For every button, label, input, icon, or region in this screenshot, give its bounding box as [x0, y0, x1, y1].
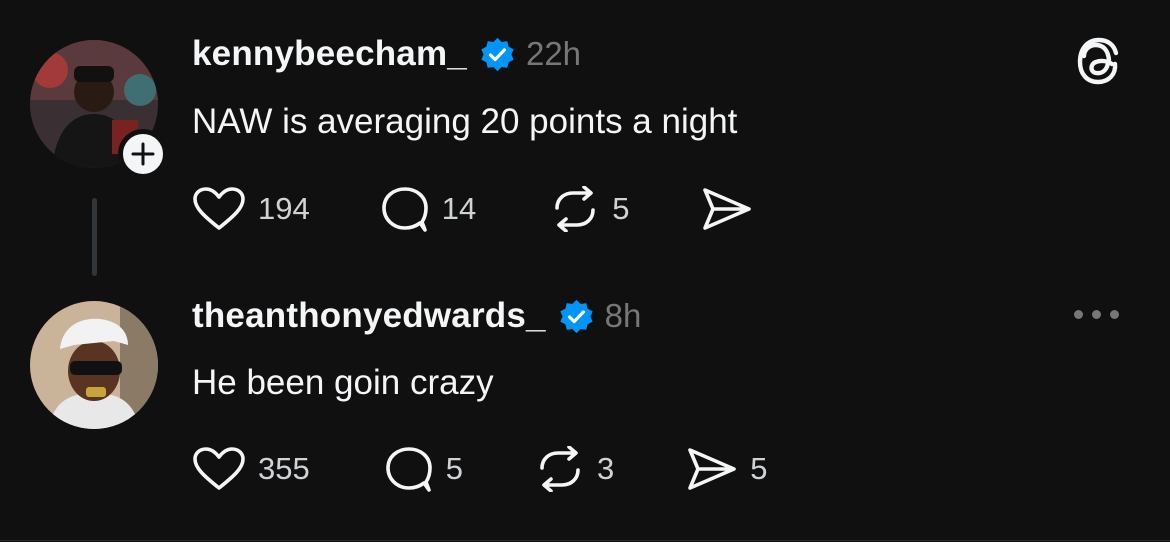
action-bar: 194 14 5 [192, 186, 765, 232]
share-button[interactable]: 5 [686, 446, 767, 492]
repost-count: 5 [612, 191, 630, 226]
repost-count: 3 [596, 451, 615, 486]
username[interactable]: theanthonyedwards_ [192, 296, 546, 336]
post-text: He been goin crazy [192, 363, 494, 402]
comment-icon [385, 447, 432, 492]
like-button[interactable]: 194 [192, 186, 310, 232]
reply-button[interactable]: 14 [380, 186, 476, 232]
comment-icon [381, 187, 428, 232]
like-count: 355 [258, 451, 310, 486]
thread-connector-line [92, 198, 97, 276]
repost-button[interactable]: 5 [550, 186, 629, 232]
threads-logo-icon[interactable] [1075, 34, 1123, 90]
reply-count: 14 [441, 191, 477, 226]
avatar-theanthonyedwards[interactable] [30, 301, 158, 429]
more-dot [1092, 310, 1101, 319]
post-time: 8h [604, 297, 642, 334]
divider [0, 540, 1170, 541]
like-button[interactable]: 355 [192, 446, 310, 492]
follow-button[interactable] [118, 129, 168, 179]
repost-icon [540, 446, 580, 492]
send-icon [688, 448, 737, 490]
share-count: 5 [750, 451, 768, 486]
post-header: kennybeecham_ 22h [192, 34, 581, 74]
send-icon [703, 188, 752, 230]
reply-count: 5 [445, 451, 463, 486]
share-button[interactable] [701, 186, 765, 232]
more-horizontal-icon[interactable] [1074, 310, 1119, 319]
action-bar: 355 5 3 5 [192, 446, 767, 492]
more-dot [1074, 310, 1083, 319]
post-text: NAW is averaging 20 points a night [192, 102, 738, 141]
more-dot [1110, 310, 1119, 319]
username[interactable]: kennybeecham_ [192, 34, 467, 74]
post-time: 22h [525, 35, 582, 72]
reply-button[interactable]: 5 [384, 446, 463, 492]
like-count: 194 [258, 191, 310, 226]
verified-badge-icon [479, 36, 516, 73]
plus-icon [131, 142, 155, 166]
repost-button[interactable]: 3 [535, 446, 614, 492]
verified-badge-icon [558, 298, 595, 335]
heart-icon [193, 447, 245, 490]
post-header: theanthonyedwards_ 8h [192, 296, 641, 336]
heart-icon [193, 187, 245, 230]
avatar-image [30, 301, 158, 429]
repost-icon [555, 186, 596, 232]
